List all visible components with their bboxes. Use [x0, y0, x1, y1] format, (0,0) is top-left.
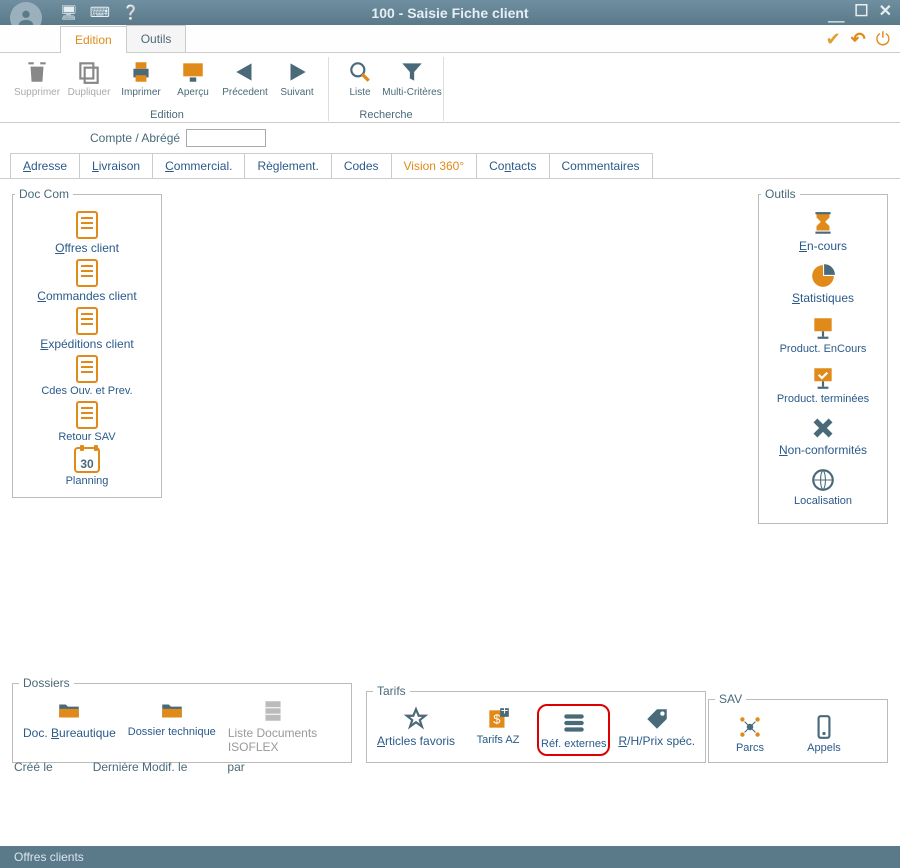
articles-favoris-button[interactable]: Articles favoris [373, 704, 459, 756]
folder-icon [157, 698, 187, 724]
planning-button[interactable]: 30Planning [15, 447, 159, 487]
sav-legend: SAV [715, 692, 746, 706]
close-button[interactable]: ✕ [879, 1, 892, 25]
subtab-commercial[interactable]: Commercial. [152, 153, 245, 178]
calendar-icon: 30 [74, 447, 100, 473]
dossiers-group: Dossiers Doc. Bureautique Dossier techni… [12, 676, 352, 763]
keyboard-icon[interactable]: ⌨ [90, 4, 110, 21]
dossiers-legend: Dossiers [19, 676, 74, 690]
par-label: par [227, 760, 244, 774]
undo-button[interactable]: ↶ [851, 29, 866, 50]
imprimer-button[interactable]: Imprimer [116, 57, 166, 100]
suivant-button[interactable]: Suivant [272, 57, 322, 100]
document-icon [76, 307, 98, 335]
subtab-codes[interactable]: Codes [331, 153, 392, 178]
subtab-livraison[interactable]: Livraison [79, 153, 153, 178]
statusbar: Offres clients [0, 846, 900, 868]
encours-button[interactable]: En-cours [761, 211, 885, 253]
precedent-button[interactable]: Précedent [220, 57, 270, 100]
piechart-icon [808, 263, 838, 289]
subtab-contacts[interactable]: Contacts [476, 153, 549, 178]
tarifs-az-button[interactable]: $+Tarifs AZ [463, 704, 533, 756]
compte-label: Compte / Abrégé [90, 131, 180, 145]
outils-group: Outils En-cours Statistiques Product. En… [758, 187, 888, 524]
sav-group: SAV Parcs Appels [708, 692, 888, 763]
tarifs-group: Tarifs Articles favoris $+Tarifs AZ Réf.… [366, 684, 706, 763]
product-terminees-button[interactable]: Product. terminées [761, 365, 885, 405]
group-edition-label: Edition [150, 109, 184, 121]
list-icon [559, 710, 589, 736]
globe-icon [808, 467, 838, 493]
statistiques-button[interactable]: Statistiques [761, 263, 885, 305]
tab-outils[interactable]: Outils [126, 25, 187, 52]
subtab-commentaires[interactable]: Commentaires [549, 153, 653, 178]
document-icon [76, 355, 98, 383]
subtab-reglement[interactable]: Règlement. [244, 153, 331, 178]
multicriteres-button[interactable]: Multi-Critères [387, 57, 437, 100]
outils-legend: Outils [761, 187, 800, 201]
window-title: 100 - Saisie Fiche client [371, 5, 528, 21]
cree-le-label: Créé le [14, 760, 53, 774]
ref-externes-button[interactable]: Réf. externes [537, 704, 610, 756]
dossier-technique-button[interactable]: Dossier technique [124, 696, 220, 756]
compte-row: Compte / Abrégé [0, 123, 900, 153]
folder-icon [54, 698, 84, 724]
document-icon [76, 211, 98, 239]
content-area: Doc Com Offres client Commandes client E… [0, 179, 900, 799]
apercu-button[interactable]: Aperçu [168, 57, 218, 100]
board-icon [808, 315, 838, 341]
subtabs: Adresse Livraison Commercial. Règlement.… [0, 153, 900, 179]
help-icon[interactable]: ❔ [122, 4, 139, 21]
expeditions-client-button[interactable]: Expéditions client [15, 307, 159, 351]
subtab-adresse[interactable]: Adresse [10, 153, 80, 178]
document-icon [76, 401, 98, 429]
status-text: Offres clients [14, 850, 84, 864]
cross-icon [808, 415, 838, 441]
audit-info: Créé le Dernière Modif. le par [0, 757, 900, 777]
localisation-button[interactable]: Localisation [761, 467, 885, 507]
tag-icon [642, 706, 672, 732]
doccom-legend: Doc Com [15, 187, 73, 201]
cabinet-icon [258, 698, 288, 724]
power-button[interactable]: ⏻ [876, 29, 890, 50]
toolbar: Supprimer Dupliquer Imprimer Aperçu Préc… [0, 53, 900, 123]
main-tabbar: Edition Outils ✔ ↶ ⏻ [0, 25, 900, 53]
cdes-ouv-prev-button[interactable]: Cdes Ouv. et Prev. [15, 355, 159, 397]
commandes-client-button[interactable]: Commandes client [15, 259, 159, 303]
compte-input[interactable] [186, 129, 266, 147]
hourglass-icon [808, 211, 838, 237]
price-icon: $+ [483, 706, 513, 732]
subtab-vision360[interactable]: Vision 360° [391, 153, 478, 178]
svg-text:+: + [501, 706, 509, 718]
doccom-group: Doc Com Offres client Commandes client E… [12, 187, 162, 498]
board-check-icon [808, 365, 838, 391]
dupliquer-button[interactable]: Dupliquer [64, 57, 114, 100]
parcs-button[interactable]: Parcs [715, 712, 785, 756]
liste-documents-button[interactable]: Liste DocumentsISOFLEX [224, 696, 321, 756]
rh-prix-spec-button[interactable]: R/H/Prix spéc. [614, 704, 699, 756]
modif-le-label: Dernière Modif. le [93, 760, 188, 774]
supprimer-button[interactable]: Supprimer [12, 57, 62, 100]
nonconformites-button[interactable]: Non-conformités [761, 415, 885, 457]
phone-icon [809, 714, 839, 740]
offres-client-button[interactable]: Offres client [15, 211, 159, 255]
document-icon [76, 259, 98, 287]
star-icon [401, 706, 431, 732]
tab-edition[interactable]: Edition [60, 26, 127, 53]
retour-sav-button[interactable]: Retour SAV [15, 401, 159, 443]
titlebar: 🖥 ⌨ ❔ 100 - Saisie Fiche client ＿ ☐ ✕ [0, 0, 900, 25]
group-recherche-label: Recherche [359, 109, 412, 121]
product-encours-button[interactable]: Product. EnCours [761, 315, 885, 355]
doc-bureautique-button[interactable]: Doc. Bureautique [19, 696, 120, 756]
validate-button[interactable]: ✔ [826, 29, 841, 50]
minimize-button[interactable]: ＿ [828, 1, 844, 25]
network-icon [735, 714, 765, 740]
tarifs-legend: Tarifs [373, 684, 410, 698]
maximize-button[interactable]: ☐ [854, 1, 868, 25]
liste-button[interactable]: Liste [335, 57, 385, 100]
monitor-icon[interactable]: 🖥 [60, 4, 78, 21]
appels-button[interactable]: Appels [789, 712, 859, 756]
